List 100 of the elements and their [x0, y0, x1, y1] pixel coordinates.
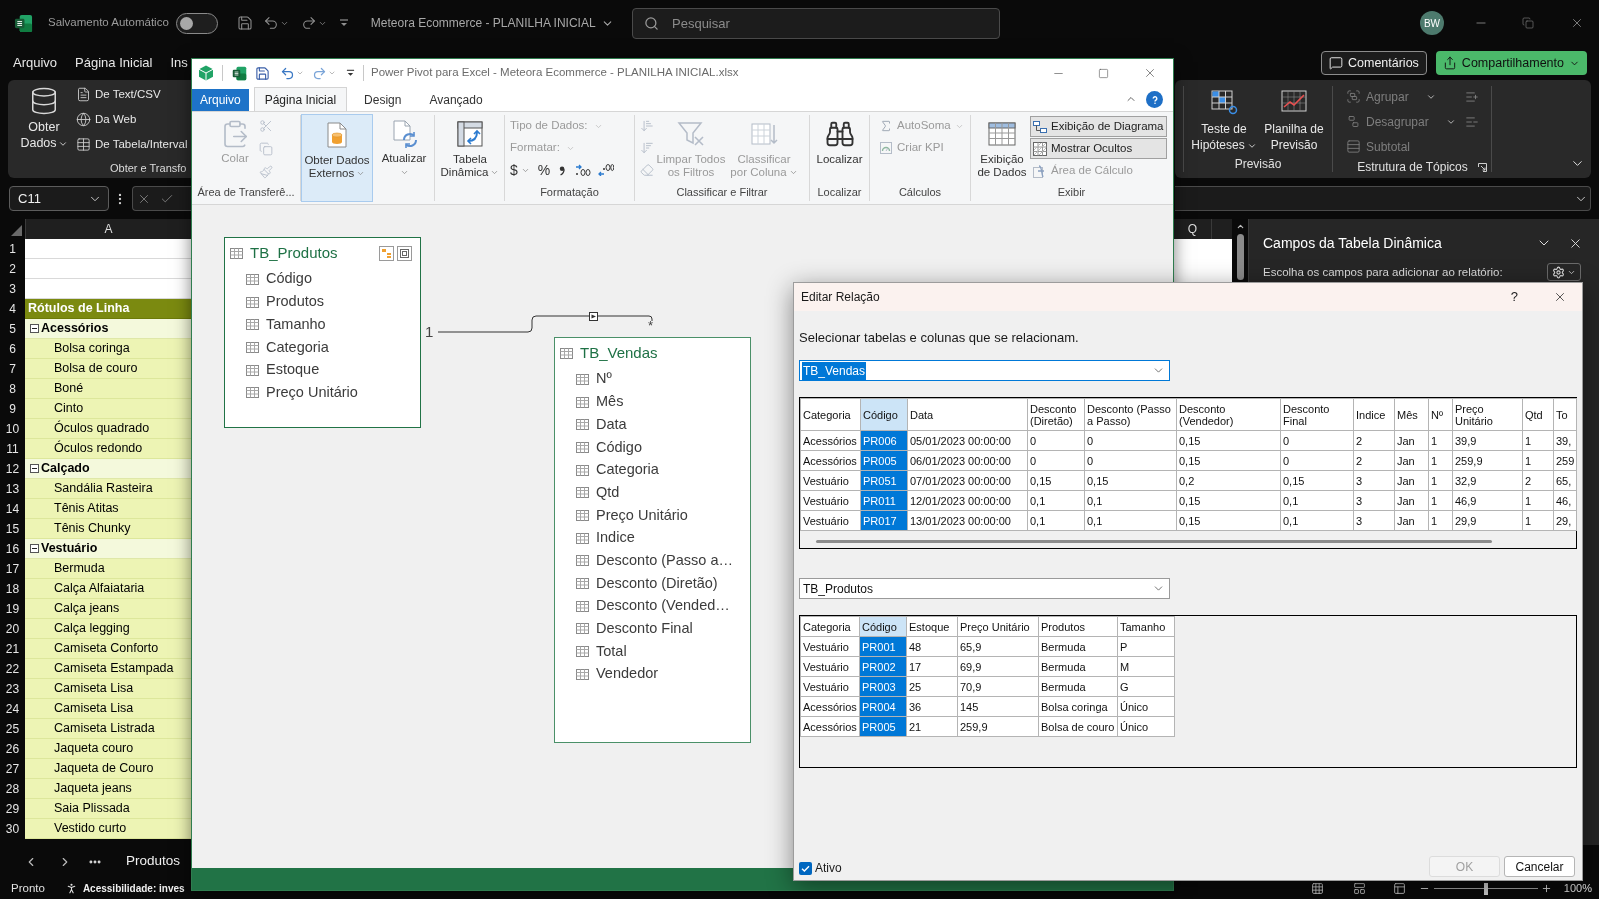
collapse-box-icon[interactable]: [30, 324, 39, 333]
column-header[interactable]: Código: [860, 398, 908, 431]
column-header[interactable]: Produtos: [1038, 616, 1118, 637]
pivot-item-cell[interactable]: Saia Plissada: [25, 799, 191, 819]
pivot-item-cell[interactable]: Calça jeans: [25, 599, 191, 619]
pivot-group-cell[interactable]: Vestuário: [25, 539, 191, 559]
cube-logo-icon[interactable]: [198, 65, 214, 81]
dialog-launcher-icon[interactable]: [1478, 162, 1487, 172]
close-icon[interactable]: [1553, 290, 1567, 304]
column-header[interactable]: Categoria: [800, 398, 861, 431]
column-header[interactable]: Tamanho: [1117, 616, 1175, 637]
checkbox[interactable]: [799, 861, 812, 875]
page-break-icon[interactable]: [1392, 882, 1406, 895]
column-header[interactable]: Desconto Final: [1280, 398, 1354, 431]
pivot-item-cell[interactable]: Calça legging: [25, 619, 191, 639]
scrollbar-thumb[interactable]: [1236, 234, 1244, 280]
relationship-connector[interactable]: [437, 312, 653, 333]
column-header[interactable]: Data: [907, 398, 1028, 431]
normal-view-icon[interactable]: [1310, 882, 1324, 895]
field-name[interactable]: Preço Unitário: [596, 504, 688, 527]
help-button[interactable]: ?: [1510, 287, 1518, 307]
field-name[interactable]: Indice: [596, 527, 635, 550]
name-box-field[interactable]: C11: [9, 186, 109, 211]
ribbon-button[interactable]: De Tabela/Interval: [76, 132, 188, 157]
field-name[interactable]: Desconto (Diretão): [596, 572, 718, 595]
undo-icon[interactable]: [262, 15, 279, 31]
pivot-group-cell[interactable]: Calçado: [25, 459, 191, 479]
pivot-item-cell[interactable]: Camiseta Estampada: [25, 659, 191, 679]
ribbon-button[interactable]: Da Web: [76, 107, 188, 132]
share-button[interactable]: Compartilhamento: [1435, 51, 1587, 75]
view-option-button[interactable]: Exibição de Diagrama: [1030, 116, 1167, 137]
ribbon-tab[interactable]: Arquivo: [192, 89, 249, 111]
column-header[interactable]: Desconto (Vendedor): [1176, 398, 1281, 431]
field-name[interactable]: Vendedor: [596, 663, 659, 686]
ribbon-button[interactable]: Planilha de Previsão: [1260, 86, 1328, 153]
field-name[interactable]: Código: [596, 436, 642, 459]
customize-toolbar-icon[interactable]: [346, 69, 355, 77]
customize-toolbar-icon[interactable]: [338, 19, 349, 27]
worksheet-cell[interactable]: [25, 239, 191, 259]
field-name[interactable]: Categoria: [266, 336, 329, 359]
column-header[interactable]: To: [1553, 398, 1577, 431]
pivot-item-cell[interactable]: Jaqueta couro: [25, 739, 191, 759]
refresh-button[interactable]: Atualizar: [376, 119, 432, 177]
table-dropdown[interactable]: TB_Produtos: [799, 578, 1170, 599]
data-view-button[interactable]: Exibição de Dados: [975, 115, 1029, 179]
worksheet-cell[interactable]: [25, 259, 191, 279]
field-name[interactable]: Data: [596, 413, 627, 436]
pivot-item-cell[interactable]: Camiseta Lisa: [25, 679, 191, 699]
close-icon[interactable]: [1570, 16, 1584, 30]
pivot-table-button[interactable]: Tabela Dinâmica: [439, 115, 501, 179]
comma-style-icon[interactable]: [559, 164, 567, 176]
pivot-item-cell[interactable]: Jaqueta de Couro: [25, 759, 191, 779]
pivot-item-cell[interactable]: Calça Alfaiataria: [25, 579, 191, 599]
find-button[interactable]: Localizar: [810, 115, 869, 166]
pivot-item-cell[interactable]: Óculos quadrado: [25, 419, 191, 439]
table-card[interactable]: TB_Vendas Nº Mês Data Código Categoria Qtd Preço Unitário Indice Desconto (Passo a… Desconto (Diretão) Desconto (Vended… Desconto Final Total Vendedor: [554, 337, 751, 743]
pivot-item-cell[interactable]: Boné: [25, 379, 191, 399]
horizontal-scrollbar[interactable]: [816, 540, 1492, 543]
column-header[interactable]: Qtd: [1522, 398, 1554, 431]
external-data-button[interactable]: Obter Dados Externos: [301, 114, 373, 202]
field-name[interactable]: Qtd: [596, 481, 620, 504]
accessibility-status[interactable]: Acessibilidade: inves: [82, 881, 185, 896]
menu-tab[interactable]: Página Inicial: [75, 53, 153, 73]
pivot-header-cell[interactable]: Rótulos de Linha: [25, 299, 191, 319]
sheet-tab[interactable]: Produtos: [126, 851, 181, 872]
zoom-in-icon[interactable]: [1540, 883, 1552, 894]
column-header[interactable]: A: [25, 219, 191, 239]
ribbon-tab[interactable]: Design: [353, 89, 413, 111]
ribbon-tab[interactable]: Avançado: [418, 89, 494, 111]
document-title-button[interactable]: Meteora Ecommerce - PLANILHA INICIAL: [370, 14, 614, 32]
undo-icon[interactable]: [280, 65, 295, 81]
column-header[interactable]: Mês: [1394, 398, 1429, 431]
field-name[interactable]: Estoque: [266, 359, 320, 381]
menu-tab[interactable]: Ins: [170, 53, 188, 73]
column-header[interactable]: Estoque: [906, 616, 958, 637]
field-name[interactable]: Produtos: [266, 291, 325, 313]
zoom-slider[interactable]: [1433, 882, 1538, 895]
help-icon[interactable]: [1146, 91, 1163, 108]
pivot-group-cell[interactable]: Acessórios: [25, 319, 191, 339]
pivot-item-cell[interactable]: Vestido curto: [25, 819, 191, 839]
search-field[interactable]: Pesquisar: [632, 7, 1000, 39]
avatar[interactable]: BW: [1420, 11, 1444, 35]
worksheet-cell[interactable]: [25, 279, 191, 299]
view-option-button[interactable]: Mostrar Ocultos: [1030, 138, 1167, 159]
column-header[interactable]: Código: [859, 616, 907, 637]
field-name[interactable]: Tamanho: [266, 313, 326, 336]
pivot-item-cell[interactable]: Bolsa coringa: [25, 339, 191, 359]
table-card[interactable]: TB_Produtos Código Produtos Tamanho Categoria Estoque Preço Unitário: [224, 237, 421, 428]
pivot-item-cell[interactable]: Óculos redondo: [25, 439, 191, 459]
pivot-item-cell[interactable]: Tênis Atitas: [25, 499, 191, 519]
field-name[interactable]: Mês: [596, 391, 624, 413]
spreadsheet-logo-icon[interactable]: [232, 65, 247, 81]
column-header[interactable]: Nº: [1428, 398, 1453, 431]
pivot-item-cell[interactable]: Camiseta Conforto: [25, 639, 191, 659]
select-all-icon[interactable]: [11, 225, 22, 236]
pivot-item-cell[interactable]: Cinto: [25, 399, 191, 419]
formula-bar-field[interactable]: [1175, 186, 1591, 211]
dialog-button[interactable]: Cancelar: [1504, 856, 1575, 877]
pivot-item-cell[interactable]: Bolsa de couro: [25, 359, 191, 379]
pivot-item-cell[interactable]: Sandália Rasteira: [25, 479, 191, 499]
